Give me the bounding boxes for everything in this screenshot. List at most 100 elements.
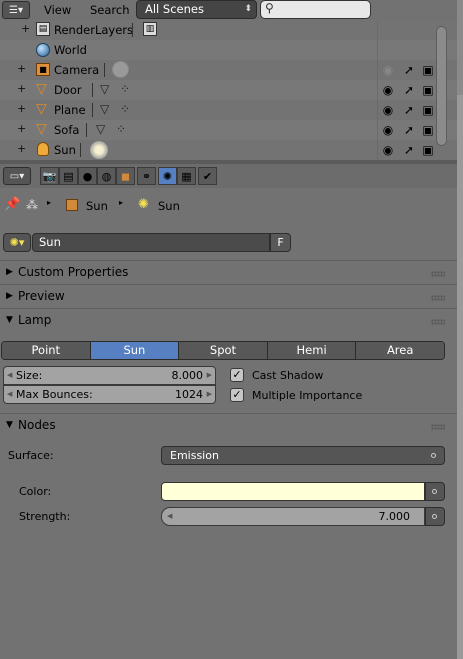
editor-type-menu-icon[interactable]: ☰▾ bbox=[2, 1, 30, 19]
lamp-panel-header[interactable]: ▼ Lamp bbox=[0, 308, 457, 332]
multiple-importance-label: Multiple Importance bbox=[252, 389, 363, 402]
size-field[interactable]: ◀ Size: 8.000 ▶ bbox=[3, 366, 216, 385]
decrement-arrow-icon[interactable]: ◀ bbox=[7, 386, 12, 403]
breadcrumb-arrow-icon: ▸ bbox=[119, 198, 124, 207]
select-cursor-icon[interactable]: ➚ bbox=[401, 122, 417, 138]
strength-input-socket-button[interactable] bbox=[425, 507, 445, 526]
expand-icon[interactable]: + bbox=[17, 143, 26, 154]
nodes-panel-header[interactable]: ▼ Nodes bbox=[0, 413, 457, 437]
drag-grip-icon[interactable] bbox=[431, 319, 445, 325]
increment-arrow-icon[interactable]: ▶ bbox=[207, 367, 212, 384]
fake-user-button[interactable]: F bbox=[270, 233, 291, 252]
modifier-icon[interactable]: ⁘ bbox=[116, 122, 126, 136]
node-socket-icon bbox=[432, 489, 437, 494]
visibility-eye-icon[interactable]: ◉ bbox=[380, 142, 396, 158]
divider bbox=[86, 123, 87, 137]
render-layer-icon[interactable]: ▥ bbox=[143, 22, 157, 36]
strength-field[interactable]: ◀ 7.000 bbox=[161, 507, 425, 526]
visibility-eye-icon[interactable]: ◉ bbox=[380, 62, 396, 78]
expand-icon[interactable]: + bbox=[17, 123, 26, 134]
expand-icon[interactable]: + bbox=[21, 23, 30, 34]
drag-grip-icon[interactable] bbox=[431, 295, 445, 301]
outliner-row-camera[interactable]: + ■ Camera ◉ ➚ ▣ bbox=[0, 60, 457, 80]
select-cursor-icon[interactable]: ➚ bbox=[401, 142, 417, 158]
world-tab-icon[interactable]: ◍ bbox=[97, 167, 116, 185]
render-camera-icon[interactable]: ▣ bbox=[420, 142, 436, 158]
custom-properties-panel-header[interactable]: ▶ Custom Properties bbox=[0, 260, 457, 284]
panel-title: Lamp bbox=[18, 313, 52, 327]
editor-type-menu-icon[interactable]: ▭▾ bbox=[3, 167, 31, 185]
render-camera-icon[interactable]: ▣ bbox=[420, 122, 436, 138]
drag-grip-icon[interactable] bbox=[431, 424, 445, 430]
lamp-data-icon[interactable] bbox=[90, 141, 108, 159]
expand-icon[interactable]: + bbox=[17, 83, 26, 94]
scene-tools-tab-icon[interactable]: ✔ bbox=[198, 167, 217, 185]
lamp-type-area[interactable]: Area bbox=[356, 342, 444, 359]
color-swatch[interactable] bbox=[161, 482, 425, 501]
outliner-row-label: Camera bbox=[54, 63, 100, 77]
mesh-data-icon[interactable]: ▽ bbox=[96, 122, 105, 136]
collapsed-triangle-icon: ▶ bbox=[6, 267, 13, 277]
render-camera-icon[interactable]: ▣ bbox=[420, 102, 436, 118]
lamp-name-field[interactable]: Sun bbox=[32, 233, 270, 252]
outliner-row-sun[interactable]: + Sun ◉ ➚ ▣ bbox=[0, 140, 457, 160]
lamp-type-sun[interactable]: Sun bbox=[90, 342, 180, 359]
panel-title: Custom Properties bbox=[18, 265, 129, 279]
decrement-arrow-icon[interactable]: ◀ bbox=[167, 508, 172, 525]
mesh-data-icon[interactable]: ▽ bbox=[100, 82, 109, 96]
preview-panel-header[interactable]: ▶ Preview bbox=[0, 284, 457, 308]
outliner-scrollbar[interactable] bbox=[436, 26, 447, 146]
render-camera-icon[interactable]: ▣ bbox=[420, 82, 436, 98]
increment-arrow-icon[interactable]: ▶ bbox=[207, 386, 212, 403]
view-menu[interactable]: View bbox=[44, 1, 71, 19]
texture-tab-icon[interactable]: ▦ bbox=[177, 167, 196, 185]
constraints-tab-icon[interactable]: ⚭ bbox=[137, 167, 156, 185]
max-bounces-value: 1024 bbox=[175, 388, 203, 401]
lamp-type-point[interactable]: Point bbox=[2, 342, 91, 359]
render-tab-icon[interactable]: 📷 bbox=[40, 167, 59, 185]
object-tab-icon[interactable]: ◼ bbox=[116, 167, 135, 185]
scene-tab-icon[interactable]: ● bbox=[78, 167, 97, 185]
visibility-eye-icon[interactable]: ◉ bbox=[380, 122, 396, 138]
outliner-row-plane[interactable]: + ▽ Plane ▽ ⁘ ◉ ➚ ▣ bbox=[0, 100, 457, 120]
scene-selector-label: All Scenes bbox=[145, 2, 204, 16]
select-cursor-icon[interactable]: ➚ bbox=[401, 62, 417, 78]
modifier-icon[interactable]: ⁘ bbox=[120, 102, 130, 116]
expanded-triangle-icon: ▼ bbox=[6, 420, 13, 430]
expanded-triangle-icon: ▼ bbox=[6, 315, 13, 325]
select-cursor-icon[interactable]: ➚ bbox=[401, 82, 417, 98]
expand-icon[interactable]: + bbox=[17, 103, 26, 114]
visibility-eye-icon[interactable]: ◉ bbox=[380, 82, 396, 98]
render-layers-tab-icon[interactable]: ▤ bbox=[59, 167, 78, 185]
select-cursor-icon[interactable]: ➚ bbox=[401, 102, 417, 118]
render-camera-icon[interactable]: ▣ bbox=[420, 62, 436, 78]
outliner-row-door[interactable]: + ▽ Door ▽ ⁘ ◉ ➚ ▣ bbox=[0, 80, 457, 100]
lamp-type-spot[interactable]: Spot bbox=[179, 342, 268, 359]
outliner-row-renderlayers[interactable]: + ▤ RenderLayers ▥ bbox=[0, 20, 457, 40]
visibility-eye-icon[interactable]: ◉ bbox=[380, 102, 396, 118]
multiple-importance-checkbox[interactable]: ✓ bbox=[230, 388, 244, 402]
outliner-row-sofa[interactable]: + ▽ Sofa ▽ ⁘ ◉ ➚ ▣ bbox=[0, 120, 457, 140]
divider bbox=[104, 63, 105, 77]
decrement-arrow-icon[interactable]: ◀ bbox=[7, 367, 12, 384]
cast-shadow-checkbox[interactable]: ✓ bbox=[230, 368, 244, 382]
max-bounces-field[interactable]: ◀ Max Bounces: 1024 ▶ bbox=[3, 385, 216, 404]
scene-selector-dropdown[interactable]: All Scenes ⬍ bbox=[136, 0, 257, 19]
search-icon: ⚲ bbox=[265, 1, 274, 15]
camera-data-icon[interactable] bbox=[112, 61, 129, 78]
mesh-data-icon[interactable]: ▽ bbox=[100, 102, 109, 116]
color-input-socket-button[interactable] bbox=[425, 482, 445, 501]
drag-grip-icon[interactable] bbox=[431, 271, 445, 277]
lamp-type-hemi[interactable]: Hemi bbox=[267, 342, 357, 359]
expand-icon[interactable]: + bbox=[17, 63, 26, 74]
lamp-browse-icon[interactable]: ✺▾ bbox=[3, 233, 31, 252]
modifier-icon[interactable]: ⁘ bbox=[120, 82, 130, 96]
search-menu[interactable]: Search bbox=[90, 1, 130, 19]
pin-icon[interactable]: 📌 bbox=[4, 197, 20, 212]
outliner-row-label: World bbox=[54, 43, 87, 57]
outliner-search-input[interactable]: ⚲ bbox=[260, 0, 371, 19]
lamp-data-tab-icon[interactable]: ✺ bbox=[158, 167, 177, 185]
surface-shader-dropdown[interactable]: Emission bbox=[161, 446, 445, 465]
divider bbox=[92, 83, 93, 97]
outliner-row-world[interactable]: World bbox=[0, 40, 457, 60]
